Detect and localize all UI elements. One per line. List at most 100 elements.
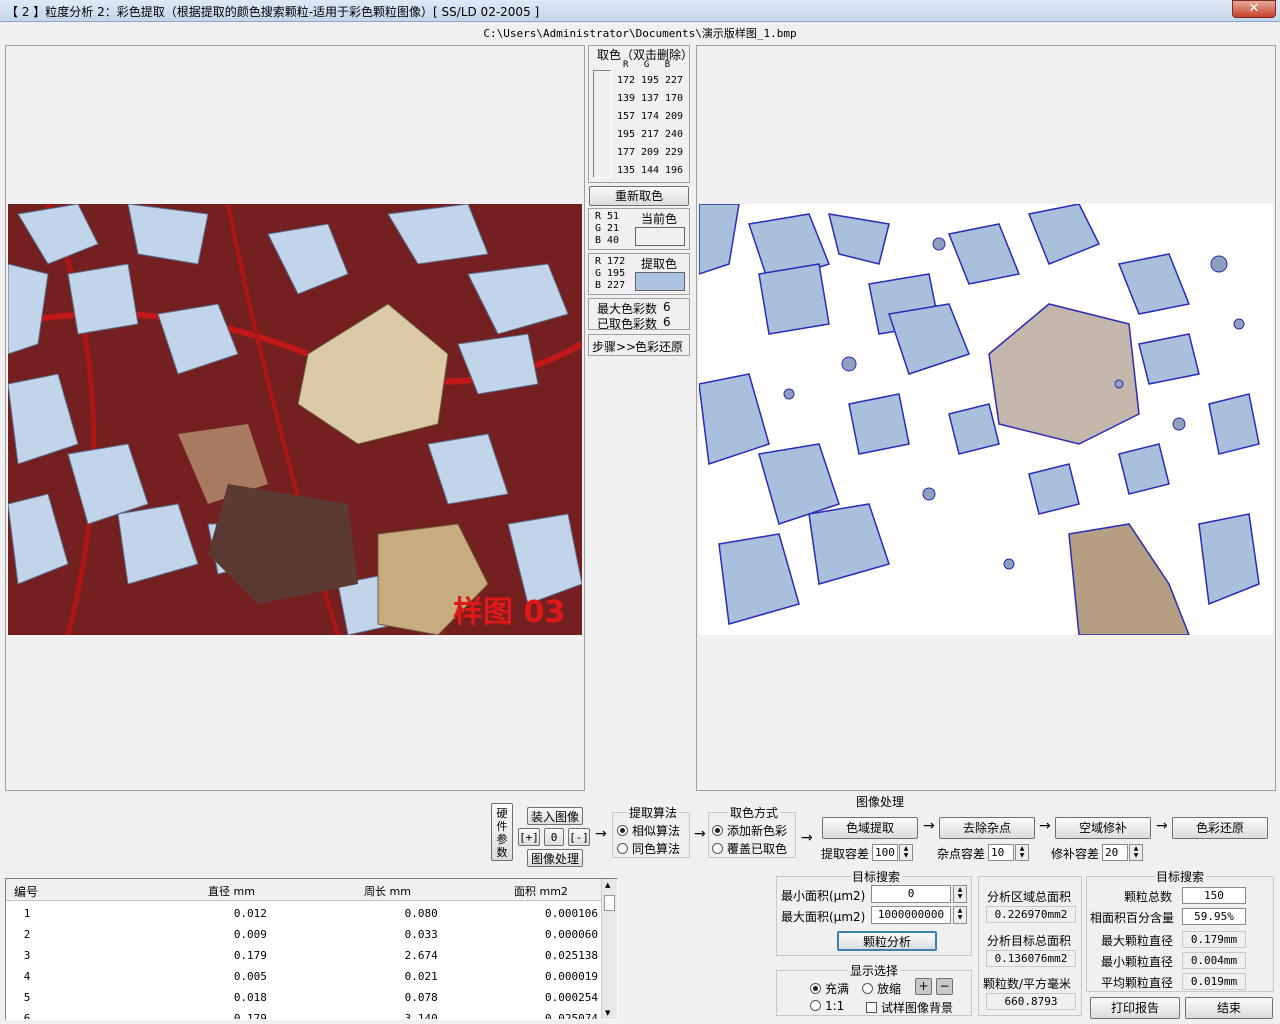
cell-area: 0.000060 xyxy=(545,928,598,941)
cell-area: 0.025138 xyxy=(545,949,598,962)
image-process-button[interactable]: 图像处理 xyxy=(527,849,583,867)
arrow-right-icon: → xyxy=(801,830,813,846)
header-b: B xyxy=(664,60,671,70)
extract-tolerance-spinner[interactable]: ▲ ▼ xyxy=(899,844,913,861)
current-color-swatch xyxy=(635,227,685,246)
hardware-params-button[interactable]: 硬件参数 xyxy=(491,803,513,861)
algo-title: 提取算法 xyxy=(627,804,680,821)
display-minus-button[interactable]: − xyxy=(936,978,953,995)
color-row[interactable]: 139 137 170 xyxy=(617,90,689,108)
particle-table: 编号 直径 mm 周长 mm 面积 mm2 1 0.012 0.080 0.00010… xyxy=(5,878,618,1020)
arrow-right-icon: → xyxy=(923,818,935,834)
zoom-reset-button[interactable]: 0 xyxy=(544,828,564,846)
col-id[interactable]: 编号 xyxy=(14,883,38,900)
min-area-input[interactable]: 0 xyxy=(871,885,951,903)
cell-perimeter: 0.080 xyxy=(404,907,438,920)
particle-analyze-button[interactable]: 颗粒分析 xyxy=(837,931,937,951)
zoom-out-button[interactable]: [-] xyxy=(568,828,590,846)
search-title: 目标搜索 xyxy=(850,868,903,885)
table-row[interactable]: 5 0.018 0.078 0.000254 xyxy=(6,987,604,1008)
color-row[interactable]: 195 217 240 xyxy=(617,126,689,144)
color-b: 229 xyxy=(665,147,684,158)
noise-tolerance-spinner[interactable]: ▲ ▼ xyxy=(1015,844,1029,861)
algo-similar-label: 相似算法 xyxy=(632,824,681,838)
col-diameter[interactable]: 直径 mm xyxy=(208,883,255,899)
reset-color-button[interactable]: 重新取色 xyxy=(589,186,689,206)
cell-area: 0.000106 xyxy=(545,907,598,920)
max-area-spinner[interactable]: ▲ ▼ xyxy=(953,906,967,924)
sample-bg-checkbox[interactable]: 试样图像背景 xyxy=(866,999,953,1016)
algo-similar-radio[interactable]: 相似算法 xyxy=(617,822,680,839)
table-row[interactable]: 1 0.012 0.080 0.000106 xyxy=(6,903,604,924)
table-scrollbar[interactable]: ▲ ▼ xyxy=(601,879,617,1019)
max-area-input[interactable]: 1000000000 xyxy=(871,906,951,924)
remove-noise-button[interactable]: 去除杂点 xyxy=(939,817,1035,839)
end-button[interactable]: 结束 xyxy=(1185,997,1273,1019)
zoom-in-button[interactable]: [+] xyxy=(518,828,540,846)
extract-color-swatch xyxy=(635,272,685,291)
min-area-spinner[interactable]: ▲ ▼ xyxy=(953,885,967,903)
pct-label: 相面积百分含量 xyxy=(1090,911,1175,925)
color-row[interactable]: 157 174 209 xyxy=(617,108,689,126)
display-plus-button[interactable]: + xyxy=(915,978,932,995)
color-row[interactable]: 135 144 196 xyxy=(617,162,689,180)
load-image-button[interactable]: 装入图像 xyxy=(527,807,583,825)
arrow-right-icon: → xyxy=(694,826,706,842)
noise-tolerance-input[interactable]: 10 xyxy=(988,844,1014,861)
print-report-button[interactable]: 打印报告 xyxy=(1090,997,1180,1019)
algo-same-radio[interactable]: 同色算法 xyxy=(617,840,680,857)
cell-area: 0.025074 xyxy=(545,1012,598,1020)
extract-color-label: 提取色 xyxy=(641,257,678,271)
color-b: 240 xyxy=(665,129,684,140)
pick-cover-radio[interactable]: 覆盖已取色 xyxy=(712,840,787,857)
color-b: 196 xyxy=(665,165,684,176)
color-extract-button[interactable]: 色域提取 xyxy=(822,817,918,839)
extract-tolerance-input[interactable]: 100 xyxy=(872,844,898,861)
color-row[interactable]: 177 209 229 xyxy=(617,144,689,162)
count-value: 150 xyxy=(1182,887,1246,904)
color-row[interactable]: 172 195 227 xyxy=(617,72,689,90)
watermark-label: 样图 03 xyxy=(453,595,565,630)
fix-tolerance-input[interactable]: 20 xyxy=(1102,844,1128,861)
current-color-label: 当前色 xyxy=(641,212,678,226)
cell-id: 1 xyxy=(23,907,31,920)
results-title: 目标搜索 xyxy=(1154,868,1207,885)
pct-value: 59.95% xyxy=(1182,908,1246,925)
pick-title: 取色方式 xyxy=(728,804,781,821)
max-diameter-value: 0.179mm xyxy=(1182,931,1246,948)
pick-add-radio[interactable]: 添加新色彩 xyxy=(712,822,787,839)
fix-tolerance-spinner[interactable]: ▲ ▼ xyxy=(1129,844,1143,861)
source-image[interactable]: 样图 03 xyxy=(8,204,582,635)
color-r: 139 xyxy=(617,93,636,104)
color-count-panel: 最大色彩数 6 已取色彩数 6 xyxy=(588,298,690,331)
cell-perimeter: 0.078 xyxy=(404,991,438,1004)
cell-id: 3 xyxy=(23,949,31,962)
display-fill-radio[interactable]: 充满 xyxy=(810,980,849,997)
result-image[interactable] xyxy=(699,204,1273,635)
target-area-label: 分析目标总面积 xyxy=(987,934,1072,948)
col-area[interactable]: 面积 mm2 xyxy=(514,883,568,899)
fill-holes-button[interactable]: 空域修补 xyxy=(1055,817,1151,839)
close-button[interactable]: ✕ xyxy=(1232,0,1276,18)
table-row[interactable]: 4 0.005 0.021 0.000019 xyxy=(6,966,604,987)
title-bar: 【 2 】粒度分析 2：彩色提取（根据提取的颜色搜索颗粒-适用于彩色颗粒图像）[… xyxy=(0,0,1280,22)
display-title: 显示选择 xyxy=(848,962,901,979)
table-row[interactable]: 2 0.009 0.033 0.000060 xyxy=(6,924,604,945)
color-restore-button[interactable]: 色彩还原 xyxy=(1172,817,1268,839)
col-perimeter[interactable]: 周长 mm xyxy=(364,883,411,899)
avg-diameter-value: 0.019mm xyxy=(1182,973,1246,990)
pick-cover-label: 覆盖已取色 xyxy=(727,842,788,856)
color-b: 227 xyxy=(665,75,684,86)
color-rows[interactable]: 172 195 227 139 137 170 157 174 209 195 217 240 177 2… xyxy=(617,72,689,180)
arrow-right-icon: → xyxy=(1039,818,1051,834)
color-r: 195 xyxy=(617,129,636,140)
table-row[interactable]: 6 0.179 3.140 0.025074 xyxy=(6,1008,604,1020)
table-row[interactable]: 3 0.179 2.674 0.025138 xyxy=(6,945,604,966)
fix-tolerance-label: 修补容差 xyxy=(1051,847,1100,861)
display-11-radio[interactable]: 1:1 xyxy=(810,999,844,1013)
cell-perimeter: 2.674 xyxy=(404,949,438,962)
color-r: 177 xyxy=(617,147,636,158)
color-swatch-column xyxy=(593,70,611,178)
display-zoom-radio[interactable]: 放缩 xyxy=(862,980,901,997)
image-process-title: 图像处理 xyxy=(856,795,905,809)
